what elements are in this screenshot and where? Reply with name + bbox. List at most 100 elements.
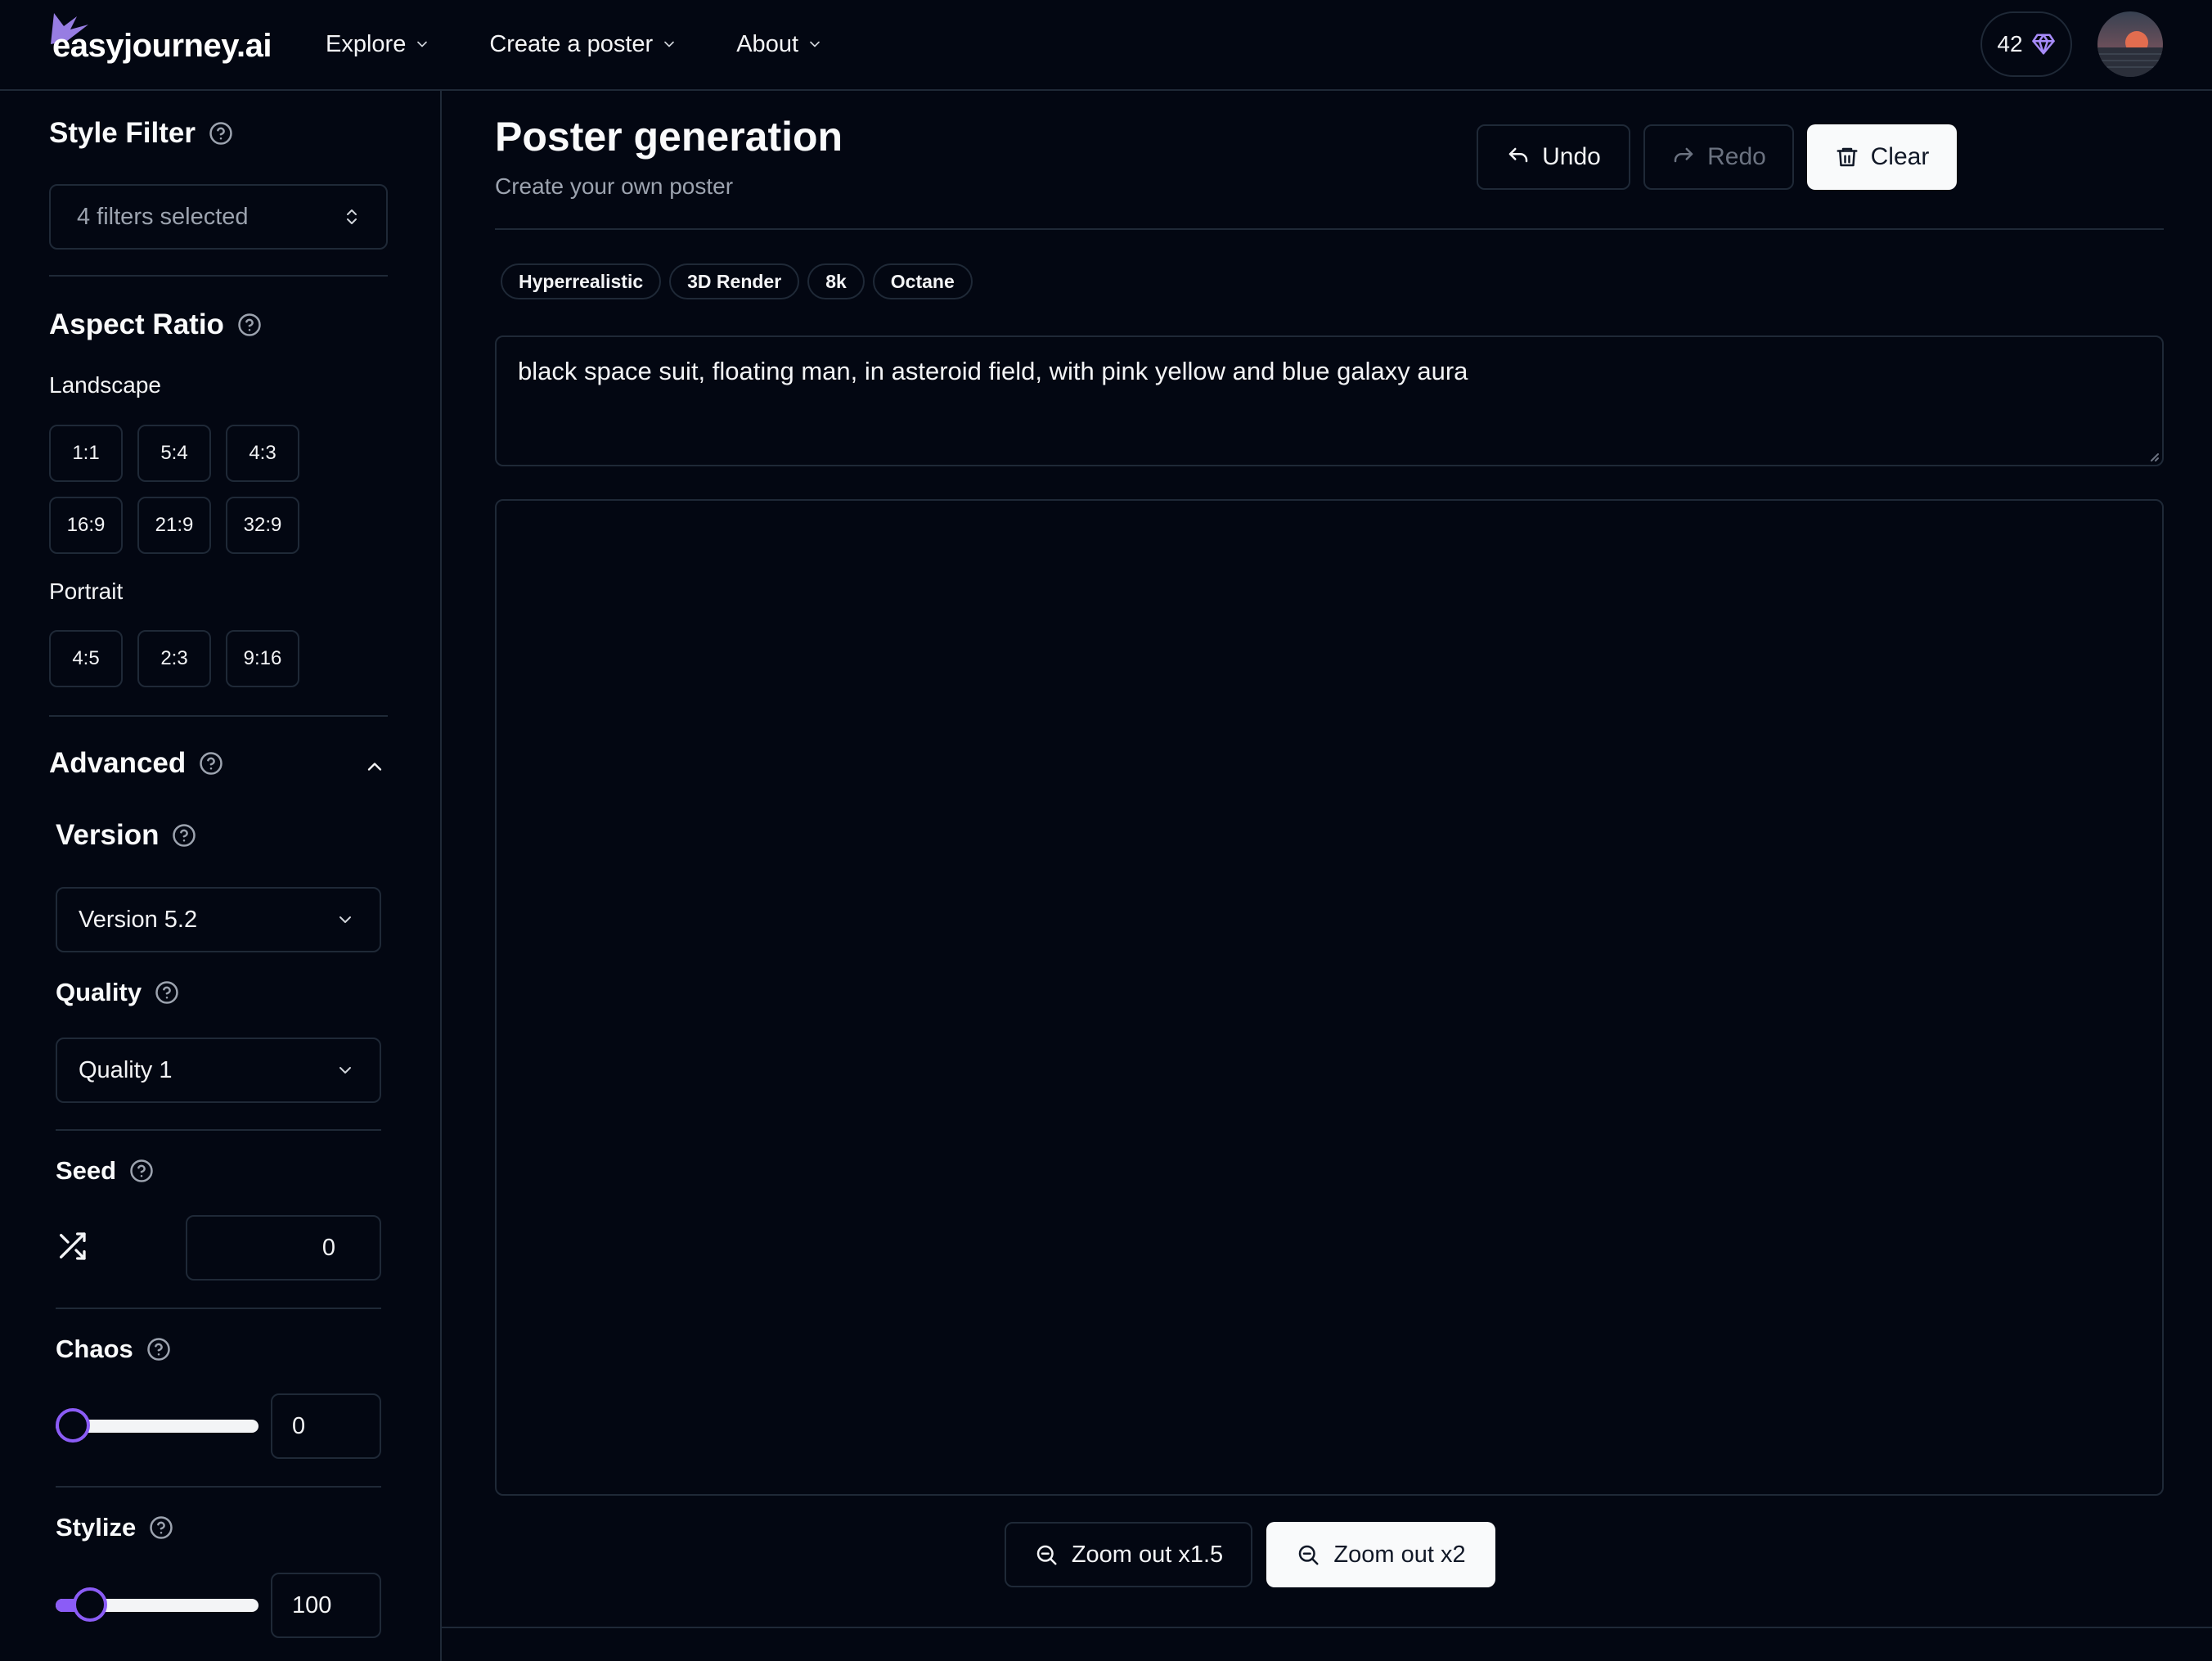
style-tag[interactable]: Octane	[872, 263, 973, 299]
redo-icon	[1674, 147, 1693, 163]
redo-button[interactable]: Redo	[1643, 124, 1794, 190]
prompt-textarea[interactable]: black space suit, floating man, in aster…	[495, 335, 2164, 466]
chaos-slider[interactable]	[56, 1408, 259, 1443]
stylize-input[interactable]: 100	[271, 1573, 381, 1638]
chaos-input[interactable]: 0	[271, 1393, 381, 1459]
portrait-row: 4:5 2:3 9:16	[49, 630, 299, 687]
credits-count: 42	[1997, 31, 2023, 56]
style-filter-value: 4 filters selected	[77, 203, 249, 230]
seed-title: Seed	[56, 1156, 117, 1185]
divider	[495, 228, 2164, 230]
stylize-title: Stylize	[56, 1513, 137, 1542]
nav-about-label: About	[736, 30, 799, 57]
stylize-slider-thumb[interactable]	[72, 1587, 107, 1622]
advanced-heading[interactable]: Advanced	[49, 747, 223, 780]
settings-sidebar: Style Filter 4 filters selected Aspect R…	[0, 91, 442, 1661]
aspect-ratio-title: Aspect Ratio	[49, 308, 224, 340]
ratio-button[interactable]: 1:1	[49, 425, 123, 482]
divider	[442, 1627, 2212, 1628]
seed-heading: Seed	[56, 1156, 154, 1186]
redo-label: Redo	[1707, 143, 1766, 170]
gem-icon	[2031, 34, 2055, 55]
chevron-up-down-icon	[347, 209, 357, 224]
nav-explore-label: Explore	[326, 30, 407, 57]
ratio-button[interactable]: 4:5	[49, 630, 123, 687]
quality-select[interactable]: Quality 1	[56, 1038, 381, 1103]
chevron-down-icon	[664, 41, 675, 47]
undo-label: Undo	[1542, 143, 1601, 170]
style-tag[interactable]: 3D Render	[669, 263, 800, 299]
stylize-heading: Stylize	[56, 1513, 173, 1542]
credits-badge[interactable]: 42	[1980, 11, 2072, 77]
style-tag[interactable]: Hyperrealistic	[501, 263, 662, 299]
style-filter-select[interactable]: 4 filters selected	[49, 184, 388, 250]
style-filter-heading: Style Filter	[49, 117, 233, 150]
chevron-up-icon[interactable]	[363, 755, 386, 778]
style-filter-title: Style Filter	[49, 117, 196, 149]
clear-button[interactable]: Clear	[1807, 124, 1957, 190]
zoom-out-2-label: Zoom out x2	[1333, 1541, 1466, 1568]
version-heading: Version	[56, 819, 196, 852]
ratio-button[interactable]: 4:3	[226, 425, 299, 482]
landscape-row-1: 1:1 5:4 4:3	[49, 425, 299, 482]
advanced-title: Advanced	[49, 747, 187, 779]
ratio-button[interactable]: 16:9	[49, 497, 123, 554]
ratio-button[interactable]: 5:4	[137, 425, 211, 482]
page-title: Poster generation	[495, 114, 843, 160]
ratio-button[interactable]: 32:9	[226, 497, 299, 554]
zoom-out-icon	[1299, 1545, 1319, 1565]
chevron-down-icon	[339, 1067, 351, 1074]
nav-explore[interactable]: Explore	[326, 31, 430, 58]
ratio-button[interactable]: 2:3	[137, 630, 211, 687]
trash-icon	[1837, 147, 1858, 167]
user-avatar[interactable]	[2097, 11, 2163, 77]
version-select[interactable]: Version 5.2	[56, 887, 381, 952]
help-icon[interactable]	[172, 823, 196, 848]
chevron-down-icon	[810, 41, 820, 47]
divider	[56, 1308, 381, 1309]
landscape-label: Landscape	[49, 372, 162, 398]
portrait-label: Portrait	[49, 578, 124, 604]
shuffle-icon[interactable]	[56, 1230, 88, 1263]
ratio-button[interactable]: 9:16	[226, 630, 299, 687]
zoom-out-icon	[1036, 1545, 1057, 1565]
poster-canvas[interactable]	[495, 499, 2164, 1496]
help-icon[interactable]	[146, 1337, 171, 1362]
help-icon[interactable]	[199, 751, 223, 776]
chevron-down-icon	[417, 41, 428, 47]
help-icon[interactable]	[209, 121, 233, 146]
stylize-slider[interactable]	[56, 1587, 259, 1622]
seed-input[interactable]: 0	[186, 1215, 381, 1281]
zoom-out-1-5-label: Zoom out x1.5	[1071, 1541, 1224, 1568]
chaos-title: Chaos	[56, 1335, 133, 1363]
style-tags: Hyperrealistic 3D Render 8k Octane	[501, 263, 973, 299]
help-icon[interactable]	[155, 980, 179, 1005]
chaos-heading: Chaos	[56, 1335, 171, 1364]
nav-about[interactable]: About	[736, 31, 823, 58]
logo-text: easyjourney.ai	[52, 27, 272, 64]
prompt-text: black space suit, floating man, in aster…	[518, 357, 1468, 385]
chaos-slider-thumb[interactable]	[56, 1408, 90, 1443]
version-title: Version	[56, 819, 160, 851]
style-tag[interactable]: 8k	[807, 263, 865, 299]
clear-label: Clear	[1870, 143, 1930, 170]
quality-title: Quality	[56, 978, 142, 1006]
nav-create-poster[interactable]: Create a poster	[489, 31, 677, 58]
undo-button[interactable]: Undo	[1477, 124, 1630, 190]
resize-handle-icon[interactable]	[2147, 450, 2159, 461]
zoom-out-1-5-button[interactable]: Zoom out x1.5	[1005, 1522, 1252, 1587]
help-icon[interactable]	[149, 1515, 173, 1540]
logo[interactable]: easyjourney.ai	[47, 8, 272, 74]
version-value: Version 5.2	[79, 906, 198, 933]
help-icon[interactable]	[237, 313, 262, 337]
stylize-value: 100	[292, 1591, 332, 1618]
undo-icon	[1508, 147, 1528, 163]
help-icon[interactable]	[129, 1159, 154, 1183]
chevron-down-icon	[339, 916, 351, 923]
zoom-out-2-button[interactable]: Zoom out x2	[1266, 1522, 1495, 1587]
divider	[49, 715, 388, 717]
main-nav: Explore Create a poster About	[326, 0, 882, 88]
quality-value: Quality 1	[79, 1056, 173, 1083]
quality-heading: Quality	[56, 978, 179, 1007]
ratio-button[interactable]: 21:9	[137, 497, 211, 554]
